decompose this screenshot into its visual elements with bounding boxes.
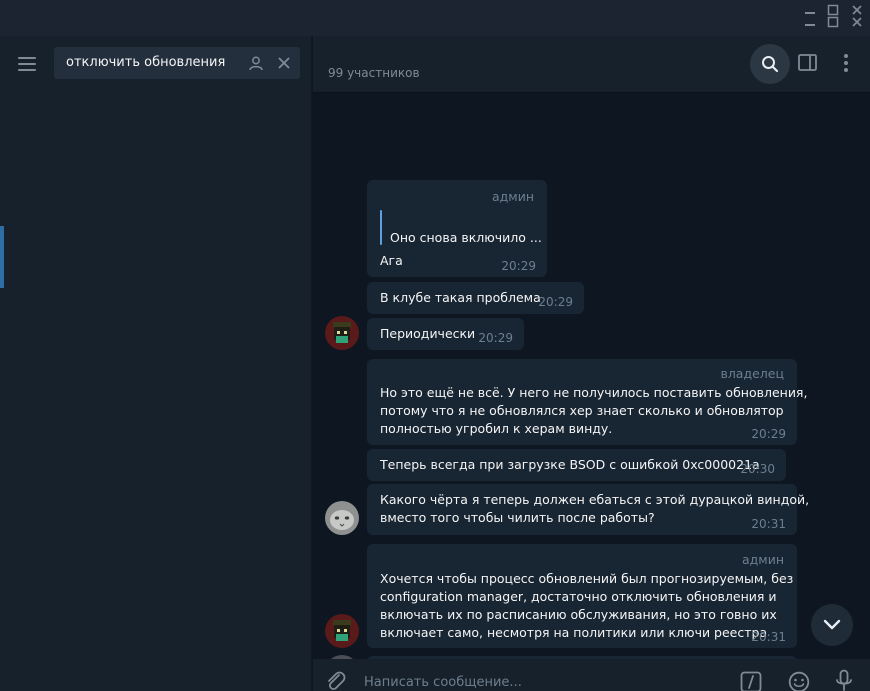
- message-time: 20:30: [740, 462, 775, 476]
- reply-quote-text[interactable]: Оно снова включило ...: [390, 229, 542, 247]
- message-bubble[interactable]: владелец Но это ещё не всё. У него не по…: [367, 359, 807, 445]
- minimize-icon: [805, 12, 815, 14]
- avatar-image: [325, 316, 359, 350]
- close-icon: [852, 17, 862, 27]
- message-bubble[interactable]: Периодически 20:29: [367, 318, 524, 350]
- reply-quote-bar: [380, 210, 382, 245]
- message-text: Периодически: [380, 326, 476, 341]
- person-icon[interactable]: [248, 55, 264, 71]
- close-icon[interactable]: [276, 55, 292, 71]
- message-text-line: configuration manager, достаточно отключ…: [380, 589, 777, 604]
- search-field[interactable]: отключить обновления: [54, 47, 300, 79]
- close-window-button[interactable]: [845, 2, 869, 30]
- chat-header: 99 участников: [313, 36, 870, 93]
- minimize-window-button[interactable]: [798, 2, 822, 30]
- message-author: админ: [491, 189, 534, 204]
- members-count: 99 участников: [328, 66, 420, 80]
- avatar[interactable]: [325, 501, 359, 535]
- minimize-icon: [805, 24, 815, 26]
- message-text-line: Хочется чтобы процесс обновлений был про…: [380, 571, 794, 586]
- paperclip-icon[interactable]: [323, 669, 347, 691]
- maximize-icon: [827, 4, 839, 16]
- hamburger-icon[interactable]: [18, 57, 36, 71]
- message-text: В клубе такая проблема: [380, 290, 541, 305]
- message-time: 20:29: [751, 427, 786, 441]
- message-text-line: потому что я не обновлялся хер знает ско…: [380, 403, 784, 418]
- message-text-line: включать их по расписанию обслуживания, …: [380, 607, 777, 622]
- message-input[interactable]: Написать сообщение...: [364, 675, 522, 690]
- message-text: Ага: [380, 253, 403, 268]
- message-author: админ: [741, 552, 784, 567]
- avatar-image: [325, 614, 359, 648]
- message-text-line: полностью угробил к херам винду.: [380, 421, 613, 436]
- message-time: 20:31: [751, 630, 786, 644]
- avatar[interactable]: [325, 316, 359, 350]
- sidebar-panel-icon[interactable]: [797, 53, 819, 73]
- search-button[interactable]: [750, 44, 790, 84]
- microphone-icon[interactable]: [835, 669, 853, 691]
- message-bubble[interactable]: Какого чёрта я теперь должен ебаться с э…: [367, 484, 809, 535]
- more-vertical-icon[interactable]: [840, 53, 852, 73]
- message-text-line: Какого чёрта я теперь должен ебаться с э…: [380, 492, 810, 507]
- avatar[interactable]: [325, 614, 359, 648]
- search-icon: [762, 56, 779, 73]
- active-chat-indicator: [0, 226, 4, 288]
- chevron-down-icon: [823, 619, 841, 630]
- close-icon: [852, 5, 862, 15]
- window-title-bar: [0, 0, 870, 36]
- search-input[interactable]: отключить обновления: [66, 55, 225, 70]
- message-time: 20:31: [751, 517, 786, 531]
- message-text: Теперь всегда при загрузке BSOD с ошибко…: [380, 457, 760, 472]
- composer-bar: Написать сообщение...: [313, 659, 870, 691]
- message-time: 20:29: [478, 331, 513, 345]
- message-bubble[interactable]: админ Хочется чтобы процесс обновлений б…: [367, 544, 797, 648]
- message-time: 20:29: [538, 295, 573, 309]
- message-bubble[interactable]: админ Оно снова включило ... Ага 20:29: [367, 180, 547, 277]
- message-time: 20:29: [501, 259, 536, 273]
- dialogs-sidebar: отключить обновления: [0, 36, 312, 691]
- scroll-down-button[interactable]: [811, 604, 853, 646]
- slash-command-icon[interactable]: [740, 671, 762, 691]
- message-list[interactable]: админ Оно снова включило ... Ага 20:29 В…: [313, 93, 870, 659]
- message-bubble[interactable]: Теперь всегда при загрузке BSOD с ошибко…: [367, 449, 786, 481]
- maximize-window-button[interactable]: [821, 2, 845, 30]
- maximize-icon: [827, 16, 839, 28]
- message-author: владелец: [720, 366, 784, 381]
- emoji-icon[interactable]: [788, 671, 810, 691]
- message-text-line: включает само, несмотря на политики или …: [380, 625, 768, 640]
- message-text-line: Но это ещё не всё. У него не получилось …: [380, 385, 808, 400]
- message-text-line: вместо того чтобы чилить после работы?: [380, 510, 655, 525]
- avatar-image: [325, 501, 359, 535]
- message-bubble[interactable]: В клубе такая проблема 20:29: [367, 282, 584, 314]
